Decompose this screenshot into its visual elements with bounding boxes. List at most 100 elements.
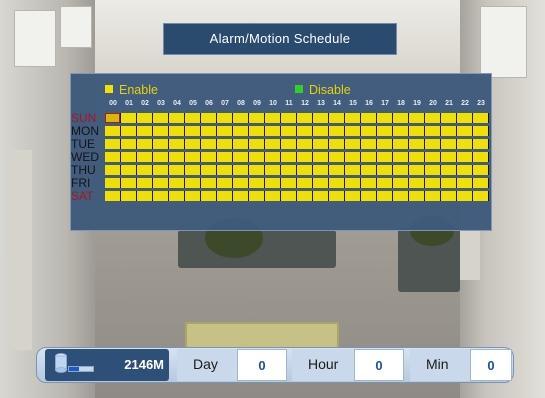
schedule-cell[interactable] xyxy=(313,165,328,175)
schedule-cell[interactable] xyxy=(249,191,264,201)
schedule-cell[interactable] xyxy=(441,191,456,201)
schedule-cell[interactable] xyxy=(361,178,376,188)
schedule-cell[interactable] xyxy=(377,139,392,149)
schedule-cell[interactable] xyxy=(409,165,424,175)
schedule-cell[interactable] xyxy=(153,139,168,149)
schedule-cell[interactable] xyxy=(329,126,344,136)
schedule-cell[interactable] xyxy=(345,191,360,201)
schedule-cell[interactable] xyxy=(121,178,136,188)
schedule-cell[interactable] xyxy=(137,152,152,162)
schedule-cell[interactable] xyxy=(377,191,392,201)
schedule-cell[interactable] xyxy=(473,178,488,188)
schedule-cell[interactable] xyxy=(153,165,168,175)
schedule-cell[interactable] xyxy=(281,113,296,123)
schedule-cell[interactable] xyxy=(185,191,200,201)
schedule-cell[interactable] xyxy=(393,126,408,136)
schedule-cell[interactable] xyxy=(121,139,136,149)
schedule-cell[interactable] xyxy=(473,126,488,136)
schedule-cell[interactable] xyxy=(121,152,136,162)
schedule-cell[interactable] xyxy=(217,139,232,149)
schedule-cell[interactable] xyxy=(457,139,472,149)
schedule-cell[interactable] xyxy=(457,178,472,188)
schedule-cell[interactable] xyxy=(217,113,232,123)
schedule-cell[interactable] xyxy=(441,113,456,123)
schedule-cell[interactable] xyxy=(265,126,280,136)
schedule-cell[interactable] xyxy=(217,152,232,162)
schedule-cell[interactable] xyxy=(153,126,168,136)
schedule-cell[interactable] xyxy=(281,126,296,136)
schedule-cell[interactable] xyxy=(441,165,456,175)
schedule-cell[interactable] xyxy=(377,178,392,188)
schedule-cell[interactable] xyxy=(329,139,344,149)
schedule-cell[interactable] xyxy=(185,165,200,175)
schedule-cell[interactable] xyxy=(233,113,248,123)
schedule-cell[interactable] xyxy=(345,126,360,136)
schedule-cell[interactable] xyxy=(457,191,472,201)
schedule-cell[interactable] xyxy=(121,113,136,123)
schedule-cell[interactable] xyxy=(297,178,312,188)
schedule-cell[interactable] xyxy=(313,152,328,162)
schedule-cell[interactable] xyxy=(249,113,264,123)
schedule-cell[interactable] xyxy=(185,152,200,162)
schedule-cell[interactable] xyxy=(377,126,392,136)
schedule-cell[interactable] xyxy=(121,165,136,175)
schedule-cell[interactable] xyxy=(265,191,280,201)
schedule-cell[interactable] xyxy=(393,113,408,123)
schedule-cell[interactable] xyxy=(185,126,200,136)
schedule-cell[interactable] xyxy=(137,126,152,136)
schedule-cell[interactable] xyxy=(265,165,280,175)
schedule-cell[interactable] xyxy=(105,191,120,201)
schedule-cell[interactable] xyxy=(361,126,376,136)
schedule-cell[interactable] xyxy=(297,126,312,136)
schedule-cell[interactable] xyxy=(409,139,424,149)
schedule-cell[interactable] xyxy=(169,126,184,136)
schedule-cell[interactable] xyxy=(281,178,296,188)
schedule-cell[interactable] xyxy=(185,139,200,149)
schedule-cell[interactable] xyxy=(281,191,296,201)
schedule-cell[interactable] xyxy=(441,139,456,149)
schedule-cell[interactable] xyxy=(137,113,152,123)
schedule-cell[interactable] xyxy=(153,152,168,162)
schedule-cell[interactable] xyxy=(425,113,440,123)
schedule-cell[interactable] xyxy=(105,165,120,175)
schedule-cell[interactable] xyxy=(249,139,264,149)
schedule-cell[interactable] xyxy=(201,139,216,149)
schedule-cell[interactable] xyxy=(313,126,328,136)
schedule-cell[interactable] xyxy=(409,191,424,201)
schedule-cell[interactable] xyxy=(169,139,184,149)
schedule-cell[interactable] xyxy=(137,165,152,175)
schedule-cell[interactable] xyxy=(265,139,280,149)
schedule-cell[interactable] xyxy=(265,178,280,188)
schedule-cell[interactable] xyxy=(137,191,152,201)
schedule-cell[interactable] xyxy=(281,165,296,175)
schedule-cell[interactable] xyxy=(201,126,216,136)
schedule-cell[interactable] xyxy=(473,113,488,123)
schedule-cell[interactable] xyxy=(297,113,312,123)
schedule-cell[interactable] xyxy=(249,178,264,188)
schedule-cell[interactable] xyxy=(105,126,120,136)
schedule-cell[interactable] xyxy=(329,178,344,188)
schedule-cell[interactable] xyxy=(233,152,248,162)
schedule-cell[interactable] xyxy=(425,139,440,149)
schedule-cell[interactable] xyxy=(393,152,408,162)
schedule-cell[interactable] xyxy=(393,191,408,201)
schedule-cell[interactable] xyxy=(345,139,360,149)
schedule-cell[interactable] xyxy=(313,178,328,188)
schedule-cell[interactable] xyxy=(345,152,360,162)
schedule-cell[interactable] xyxy=(361,113,376,123)
schedule-cell[interactable] xyxy=(233,139,248,149)
schedule-cell[interactable] xyxy=(345,165,360,175)
schedule-cell[interactable] xyxy=(281,152,296,162)
schedule-cell[interactable] xyxy=(441,126,456,136)
schedule-cell[interactable] xyxy=(281,139,296,149)
schedule-cell[interactable] xyxy=(217,165,232,175)
schedule-cell[interactable] xyxy=(425,165,440,175)
schedule-cell[interactable] xyxy=(345,178,360,188)
schedule-cell[interactable] xyxy=(329,113,344,123)
schedule-cell[interactable] xyxy=(329,152,344,162)
schedule-cell[interactable] xyxy=(297,191,312,201)
schedule-cell[interactable] xyxy=(329,165,344,175)
schedule-cell[interactable] xyxy=(249,165,264,175)
schedule-cell[interactable] xyxy=(217,191,232,201)
schedule-cell[interactable] xyxy=(169,113,184,123)
